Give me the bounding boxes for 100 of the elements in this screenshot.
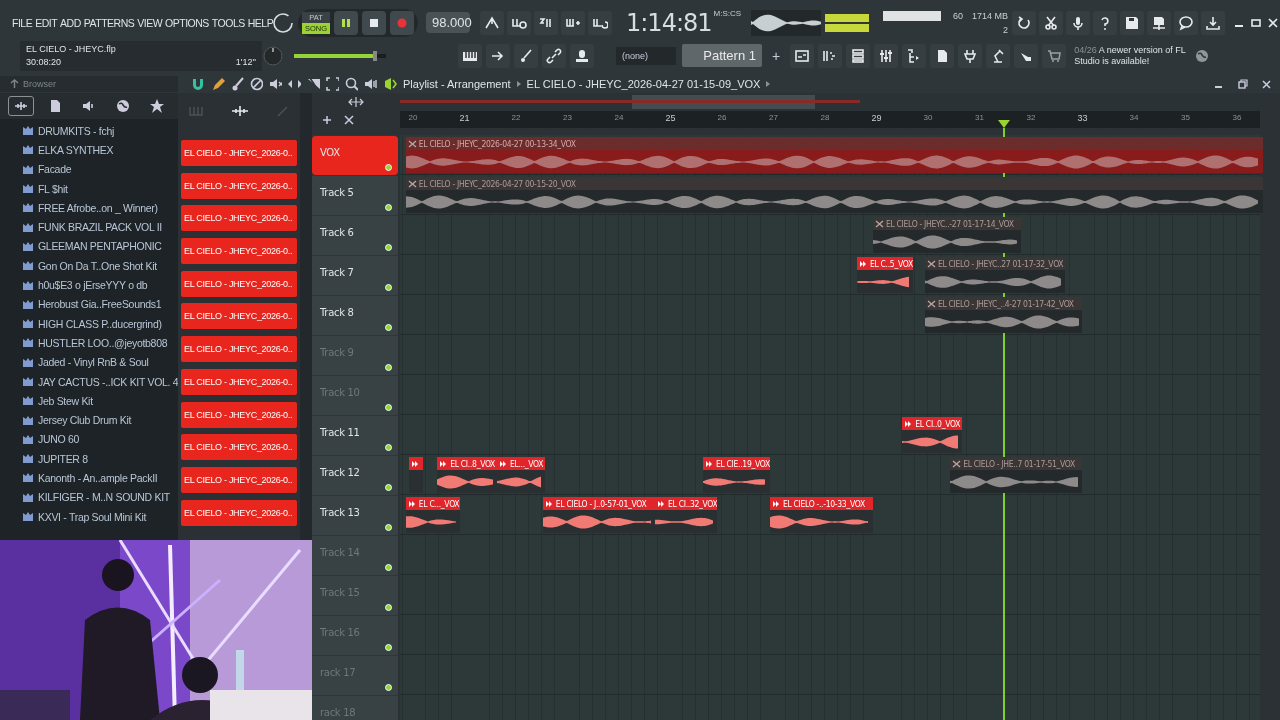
pattern-clip[interactable]: EL CIELO - JHEYC_2026-0.. <box>181 172 297 199</box>
track-lane[interactable]: EL CI..8_VOX EL..._VOX EL CIE..19_VOX EL CIELO - JHE..7 01-17-51_VOX <box>400 455 1260 495</box>
bar-number: 27 <box>769 113 778 122</box>
menu-item[interactable]: OPTIONS <box>165 16 209 29</box>
pattern-clip[interactable]: EL CIELO - JHEYC_2026-0.. <box>181 499 297 526</box>
browser-item[interactable]: KILFIGER - M..N SOUND KIT <box>38 491 170 504</box>
pattern-clip[interactable]: EL CIELO - JHEYC_2026-0.. <box>181 140 297 166</box>
browser-item[interactable]: HIGH CLASS P..ducergrind) <box>38 317 162 330</box>
pattern-clip[interactable]: EL CIELO - JHEYC_2026-0.. <box>181 466 297 493</box>
browser-item[interactable]: ELKA SYNTHEX <box>38 143 114 156</box>
tempo-field[interactable]: 98.000 <box>426 12 470 33</box>
add-pattern-button[interactable]: + <box>766 46 787 65</box>
clip-label: EL..._VOX <box>509 458 544 469</box>
bar-number: 31 <box>975 113 984 122</box>
project-length: 1'12'' <box>235 57 256 67</box>
track-header[interactable]: Track 11 <box>312 415 398 455</box>
clip-label: EL CIELO - J..0-57-01_VOX <box>555 498 647 509</box>
track-header[interactable]: Track 5 <box>312 175 398 215</box>
clip-label: EL CIELO - JHEYC..-27 01-17-14_VOX <box>885 218 1014 229</box>
browser-item[interactable]: Jersey Club Drum Kit <box>38 414 132 427</box>
menu-item[interactable]: VIEW <box>137 16 163 29</box>
menu-item[interactable]: TOOLS <box>211 16 245 29</box>
track-header[interactable]: Track 8 <box>312 295 398 335</box>
track-lane[interactable]: EL C..5_VOX EL CIELO - JHEYC..27 01-17-32_VOX <box>400 255 1260 295</box>
menu-item[interactable]: EDIT <box>35 16 58 29</box>
bar-number: 33 <box>1077 113 1088 123</box>
track-lane[interactable]: EL CIELO - JHEYC_..4-27 01-17-42_VOX <box>400 295 1260 335</box>
bar-number: 21 <box>459 113 470 123</box>
timeline-ruler[interactable]: 20 21 22 23 24 25 26 27 28 29 30 31 32 33 34 35 36 <box>400 111 1260 128</box>
pattern-clip[interactable]: EL CIELO - JHEYC_2026-0.. <box>181 303 297 330</box>
menu-item[interactable]: HELP <box>247 16 274 29</box>
browser-item[interactable]: GLEEMAN PENTAPHONIC <box>38 240 162 253</box>
menu-item[interactable]: ADD <box>60 16 81 29</box>
browser-item[interactable]: DRUMKITS - fchj <box>38 124 114 137</box>
track-header[interactable]: Track 7 <box>312 255 398 295</box>
track-name: Track 7 <box>320 267 354 278</box>
browser-item[interactable]: FREE Afrobe..on _ Winner) <box>38 201 158 214</box>
clip-label: EL CI..8_VOX <box>450 458 496 469</box>
browser-item[interactable]: KXVI - Trap Soul Mini Kit <box>38 510 147 523</box>
track-lane[interactable]: EL C..._VOX EL CIELO - J..0-57-01_VOX EL CI..32_VOX EL CIELO -..-10-33_VOX <box>400 495 1260 535</box>
pattern-clip[interactable]: EL CIELO - JHEYC_2026-0.. <box>181 336 297 363</box>
track-name: Track 6 <box>320 227 354 238</box>
browser-item[interactable]: HUSTLER LOO..@jeyotb808 <box>38 336 168 349</box>
clip-label: EL CI..0_VOX <box>915 418 961 429</box>
bar-number: 32 <box>1026 113 1036 122</box>
browser-item[interactable]: Herobust Gia..FreeSounds1 <box>38 298 162 311</box>
bar-number: 26 <box>717 113 727 122</box>
channel-filter-dropdown[interactable]: (none) <box>616 46 676 65</box>
playlist-title: Playlist - Arrangement <box>403 78 511 90</box>
browser-item[interactable]: h0u$E3 o jErseYYY o db <box>38 279 148 291</box>
menu-item[interactable]: PATTERNS <box>83 16 135 29</box>
browser-item[interactable]: Jaded - Vinyl RnB & Soul <box>38 356 149 369</box>
clip-label: EL CIELO - JHEYC_..4-27 01-17-42_VOX <box>937 298 1074 309</box>
browser-item[interactable]: JUNO 60 <box>38 433 80 446</box>
clip-label: EL CIELO - JHEYC..27 01-17-32_VOX <box>937 258 1064 269</box>
browser-item[interactable]: FL $hit <box>38 182 68 195</box>
time-unit: M:S:CS <box>713 8 742 18</box>
pattern-clip[interactable]: EL CIELO - JHEYC_2026-0.. <box>181 270 297 297</box>
browser-item[interactable]: Jeb Stew Kit <box>38 394 93 407</box>
project-time: 30:08:20 <box>26 57 63 67</box>
track-name: Track 8 <box>320 307 354 318</box>
pattern-clip[interactable]: EL CIELO - JHEYC_2026-0.. <box>181 401 297 428</box>
bar-number: 24 <box>614 113 624 122</box>
clip-label: EL CIELO -..-10-33_VOX <box>782 498 865 509</box>
playlist-path: EL CIELO - JHEYC_2026-04-27 01-15-09_VOX <box>526 78 761 90</box>
bar-number: 35 <box>1181 113 1190 122</box>
track-lane[interactable]: EL CIELO - JHEYC..-27 01-17-14_VOX <box>400 215 1260 255</box>
menu-item[interactable]: FILE <box>12 16 33 29</box>
browser-item[interactable]: JUPITER 8 <box>38 452 88 465</box>
news-message[interactable]: 04/26 A newer version of FL Studio is available! <box>1074 44 1195 67</box>
track-name: VOX <box>320 147 340 158</box>
bar-number: 22 <box>511 113 521 122</box>
pattern-clip[interactable]: EL CIELO - JHEYC_2026-0.. <box>181 368 297 395</box>
pattern-clip[interactable]: EL CIELO - JHEYC_2026-0.. <box>181 434 297 461</box>
track-name: Track 13 <box>320 507 360 518</box>
bar-number: 28 <box>820 113 830 122</box>
clip-label: EL C..5_VOX <box>869 258 913 269</box>
project-file-name: EL CIELO - JHEYC.flp <box>26 44 117 54</box>
browser-item[interactable]: Kanonth - An..ample PackII <box>38 472 158 484</box>
pattern-selector[interactable]: Pattern 1 <box>682 44 762 67</box>
track-header[interactable]: VOX <box>312 135 398 175</box>
clip-label: EL C..._VOX <box>418 498 460 509</box>
memory-value: 1714 MB <box>971 10 1009 21</box>
pattern-clip[interactable]: EL CIELO - JHEYC_2026-0.. <box>181 238 297 265</box>
track-header[interactable]: Track 12 <box>312 455 398 495</box>
browser-item[interactable]: FUNK BRAZIL PACK VOL II <box>38 221 162 234</box>
bar-number: 20 <box>408 113 418 122</box>
browser-item[interactable]: Gon On Da T..One Shot Kit <box>38 259 157 272</box>
song-time: 1:14:81 <box>626 8 712 37</box>
track-header[interactable]: Track 6 <box>312 215 398 255</box>
bar-number: 29 <box>871 113 882 123</box>
bar-number: 30 <box>923 113 933 122</box>
track-lane[interactable]: EL CI..0_VOX <box>400 415 1260 455</box>
track-name: Track 11 <box>320 427 360 438</box>
pattern-clip[interactable]: EL CIELO - JHEYC_2026-0.. <box>181 205 297 232</box>
track-header[interactable]: Track 13 <box>312 495 398 535</box>
browser-item[interactable]: Facade <box>38 163 72 176</box>
polyphony-value: 2 <box>1002 24 1009 35</box>
clip-label: EL CIELO - JHEYC_2026-04-27 00-13-34_VOX <box>418 138 576 149</box>
browser-item[interactable]: JAY CACTUS -..ICK KIT VOL. 4 <box>38 375 178 388</box>
